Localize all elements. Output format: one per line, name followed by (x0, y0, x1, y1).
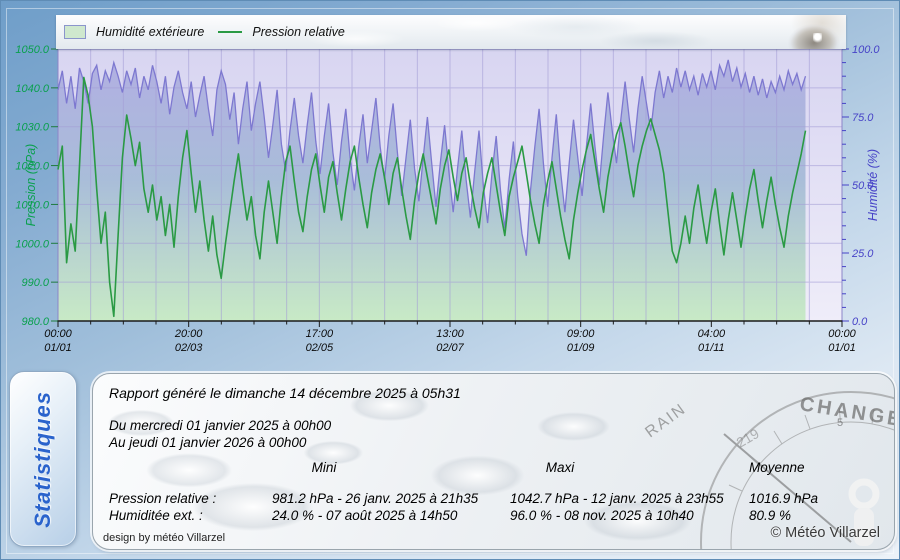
photo-dial-small-number: 219 (734, 425, 762, 451)
pressure-tick-label: 980.0 (21, 316, 49, 328)
humidity-tick-label: 0.0 (852, 316, 868, 328)
x-tick-time: 17:00 (306, 328, 334, 340)
x-axis-labels: 00:00 01/01 20:00 02/03 17:00 02/05 13:00 02/07… (44, 328, 856, 354)
pressure-row-label: Pression relative : (109, 491, 216, 506)
design-credit: design by météo Villarzel (103, 532, 225, 544)
period-to: Au jeudi 01 janvier 2026 à 00h00 (109, 435, 306, 450)
humidity-axis-ticks (842, 49, 849, 321)
x-tick-date: 01/09 (567, 342, 595, 354)
humidity-tick-label: 25.0 (851, 248, 874, 260)
statistics-tab: Statistiques (9, 371, 77, 547)
humidity-tick-label: 100.0 (852, 44, 880, 56)
x-tick-time: 00:00 (828, 328, 856, 340)
weather-report-page: 00:00 01/01 20:00 02/03 17:00 02/05 13:00 02/07… (0, 0, 900, 560)
x-tick-time: 00:00 (44, 328, 72, 340)
pressure-maxi-value: 1042.7 hPa - 12 janv. 2025 à 23h55 (510, 491, 724, 506)
humidity-tick-label: 75.0 (852, 112, 874, 124)
x-tick-date: 02/03 (175, 342, 203, 354)
pressure-legend-label: Pression relative (252, 25, 344, 39)
x-tick-date: 01/01 (44, 342, 72, 354)
pressure-tick-label: 1000.0 (15, 238, 50, 250)
pressure-mini-value: 981.2 hPa - 26 janv. 2025 à 21h35 (272, 491, 478, 506)
pressure-line-swatch (218, 31, 242, 33)
column-header-maxi: Maxi (490, 460, 630, 475)
x-tick-date: 02/05 (306, 342, 334, 354)
column-header-mini: Mini (254, 460, 394, 475)
pressure-tick-label: 1050.0 (15, 44, 50, 56)
x-tick-date: 01/01 (828, 342, 856, 354)
pressure-humidity-chart: 00:00 01/01 20:00 02/03 17:00 02/05 13:00 02/07… (1, 1, 900, 369)
column-header-moyenne: Moyenne (749, 460, 805, 475)
humidity-row-label: Humiditée ext. : (109, 508, 203, 523)
pressure-moyenne-value: 1016.9 hPa (749, 491, 818, 506)
humidity-mini-value: 24.0 % - 07 août 2025 à 14h50 (272, 508, 457, 523)
period-from: Du mercredi 01 janvier 2025 à 00h00 (109, 418, 331, 433)
photo-rain-label: RAIN (642, 400, 689, 441)
photo-dial-number: 5 (837, 417, 843, 429)
statistics-tab-label: Statistiques (30, 391, 56, 528)
copyright: © Météo Villarzel (770, 525, 880, 541)
pressure-axis-ticks (51, 49, 58, 321)
humidity-maxi-value: 96.0 % - 08 nov. 2025 à 10h40 (510, 508, 694, 523)
x-tick-time: 20:00 (174, 328, 203, 340)
report-title: Rapport généré le dimanche 14 décembre 2… (109, 385, 461, 401)
pressure-axis-title: Pression (hPa) (24, 144, 38, 227)
x-axis-ticks (58, 321, 842, 327)
humidity-legend-label: Humidité extérieure (96, 25, 204, 39)
x-tick-date: 02/07 (436, 342, 464, 354)
statistics-panel: CHANGE RAIN 5 219 Rapport généré le dima… (92, 373, 895, 550)
barometer-photo-thumbnail (768, 15, 846, 49)
humidity-moyenne-value: 80.9 % (749, 508, 791, 523)
x-tick-time: 04:00 (698, 328, 726, 340)
humidity-area-swatch (64, 25, 86, 39)
x-tick-date: 01/11 (698, 342, 725, 354)
x-tick-time: 13:00 (436, 328, 464, 340)
photo-change-label: CHANGE (798, 393, 894, 431)
pressure-tick-label: 1030.0 (15, 122, 50, 134)
humidity-axis-title: Humidité (%) (866, 149, 880, 221)
x-tick-time: 09:00 (567, 328, 595, 340)
pressure-tick-label: 990.0 (21, 277, 49, 289)
pressure-tick-label: 1040.0 (15, 83, 50, 95)
legend: Humidité extérieure Pression relative (56, 15, 846, 49)
